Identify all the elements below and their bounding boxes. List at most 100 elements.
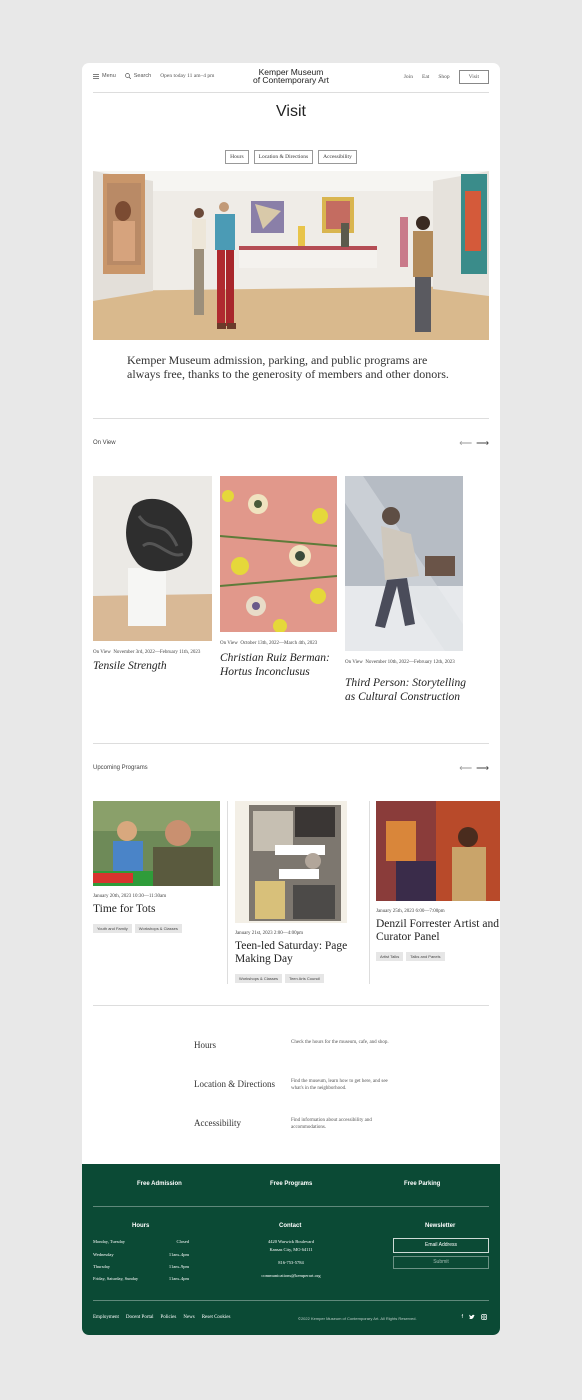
arrow-right-icon[interactable]: ⟶ [476, 438, 489, 449]
hours-row: Thursday 11am–9pm [93, 1264, 189, 1269]
hours-row: Friday, Saturday, Sunday 11am–4pm [93, 1276, 189, 1281]
page-title: Visit [276, 103, 306, 120]
exhibition-card[interactable]: On View October 13th, 2022—March 4th, 20… [220, 476, 338, 696]
nav-join[interactable]: Join [404, 74, 413, 80]
visit-button[interactable]: Visit [458, 70, 489, 84]
hours-days: Friday, Saturday, Sunday [93, 1276, 139, 1281]
exhibition-title: Tensile Strength [93, 660, 167, 672]
page-tabs: Hours Location & Directions Accessibilit… [82, 150, 500, 164]
header-nav: Join Eat Shop Visit [404, 70, 489, 84]
free-admission: Free Admission [137, 1181, 182, 1187]
exhibition-image [345, 476, 463, 651]
footer-hours-title: Hours [132, 1223, 150, 1229]
program-tags: Youth and Family Workshops & Classes [93, 924, 182, 933]
info-label: Accessibility [194, 1118, 241, 1128]
tab-location[interactable]: Location & Directions [253, 150, 314, 164]
exhibition-dates: October 13th, 2022—March 4th, 2023 [240, 641, 318, 646]
program-tag[interactable]: Workshops & Classes [134, 924, 182, 933]
exhibition-card[interactable]: On View November 10th, 2022—February 12t… [345, 476, 466, 726]
site-header: Menu Search Open today 11 am–4 pm Kemper… [82, 63, 500, 93]
tab-accessibility[interactable]: Accessibility [318, 150, 357, 164]
tab-hours[interactable]: Hours [225, 150, 249, 164]
footer-link-policies[interactable]: Policies [160, 1315, 176, 1320]
program-image [93, 801, 220, 886]
hours-row: Wednesday 11am–4pm [93, 1252, 189, 1257]
page: Menu Search Open today 11 am–4 pm Kemper… [82, 63, 500, 1335]
divider [93, 743, 489, 744]
exhibition-meta: On View October 13th, 2022—March 4th, 20… [220, 641, 317, 646]
exhibition-meta: On View November 10th, 2022—February 12t… [345, 659, 465, 666]
program-card[interactable]: January 25th, 2023 6:00—7:00pm Denzil Fo… [376, 801, 500, 971]
info-description: Find information about accessibility and… [291, 1118, 372, 1130]
email-link[interactable]: communications@kemperart.org [230, 1273, 352, 1278]
hours-time: 11am–9pm [168, 1264, 189, 1269]
program-date: January 21st, 2023 2:00—4:00pm [235, 931, 304, 936]
free-parking: Free Parking [404, 1181, 441, 1187]
program-title: Time for Tots [93, 903, 156, 915]
exhibition-card[interactable]: On View November 3rd, 2022—February 11th… [93, 476, 212, 676]
nav-eat[interactable]: Eat [422, 74, 429, 80]
program-tag[interactable]: Talks and Panels [406, 952, 445, 961]
exhibition-status: On View [220, 641, 238, 646]
footer-newsletter-title: Newsletter [425, 1223, 456, 1229]
exhibition-meta: On View November 3rd, 2022—February 11th… [93, 650, 200, 655]
hours-time: Closed [176, 1239, 189, 1244]
hero-gallery-image [93, 171, 489, 340]
program-title: Denzil Forrester Artist and Curator Pane… [376, 918, 499, 943]
hours-row: Monday, Tuesday Closed [93, 1239, 189, 1244]
newsletter-email-input[interactable]: Email Address [393, 1238, 489, 1253]
exhibition-dates: November 3rd, 2022—February 11th, 2023 [113, 650, 201, 655]
nav-shop[interactable]: Shop [438, 74, 449, 80]
social-links: f [461, 1314, 487, 1320]
on-view-arrows: ⟵ ⟶ [459, 438, 489, 449]
exhibition-dates: November 10th, 2022—February 12th, 2023 [365, 660, 455, 665]
address-line-1: 4420 Warwick Boulevard [267, 1239, 315, 1244]
footer-link-news[interactable]: News [183, 1315, 194, 1320]
program-title: Teen-led Saturday: Page Making Day [235, 940, 348, 965]
exhibition-title: Christian Ruiz Berman: Hortus Inconclusu… [220, 652, 330, 678]
divider [93, 1005, 489, 1006]
hours-days: Monday, Tuesday [93, 1239, 125, 1244]
twitter-icon[interactable] [469, 1314, 475, 1320]
footer-links: Employment Docent Portal Policies News R… [93, 1315, 230, 1320]
arrow-left-icon[interactable]: ⟵ [459, 438, 472, 449]
address-line-2: Kansas City, MO 64111 [269, 1247, 313, 1252]
program-tag[interactable]: Teen Arts Council [285, 974, 325, 983]
on-view-title: On View [93, 440, 116, 446]
programs-title: Upcoming Programs [93, 765, 148, 771]
newsletter-submit-button[interactable]: Submit [393, 1256, 489, 1269]
program-tags: Workshops & Classes Teen Arts Council [235, 974, 325, 983]
info-label: Location & Directions [194, 1079, 275, 1089]
site-footer: Free Admission Free Programs Free Parkin… [82, 1164, 500, 1335]
exhibition-title: Third Person: Storytelling as Cultural C… [345, 677, 466, 703]
instagram-icon[interactable] [481, 1314, 487, 1320]
info-description: Check the hours for the museum, cafe, an… [291, 1040, 389, 1045]
footer-link-reset-cookies[interactable]: Reset Cookies [202, 1315, 231, 1320]
arrow-left-icon[interactable]: ⟵ [459, 763, 472, 774]
programs-arrows: ⟵ ⟶ [459, 763, 489, 774]
program-tag[interactable]: Workshops & Classes [235, 974, 283, 983]
program-tags: Artist Talks Talks and Panels [376, 952, 445, 961]
program-card[interactable]: January 21st, 2023 2:00—4:00pm Teen-led … [235, 801, 365, 991]
footer-link-employment[interactable]: Employment [93, 1315, 119, 1320]
program-image [376, 801, 500, 901]
exhibition-status: On View [93, 650, 111, 655]
program-tag[interactable]: Artist Talks [376, 952, 404, 961]
arrow-right-icon[interactable]: ⟶ [476, 763, 489, 774]
footer-link-docent-portal[interactable]: Docent Portal [126, 1315, 154, 1320]
hours-time: 11am–4pm [168, 1252, 189, 1257]
divider [93, 418, 489, 419]
facebook-icon[interactable]: f [461, 1314, 463, 1320]
program-date: January 25th, 2023 6:00—7:00pm [376, 909, 445, 914]
program-card[interactable]: January 20th, 2023 10:30—11:30am Time fo… [93, 801, 221, 941]
info-label: Hours [194, 1040, 216, 1050]
program-image [235, 801, 347, 923]
free-programs: Free Programs [270, 1181, 313, 1187]
program-date: January 20th, 2023 10:30—11:30am [93, 894, 167, 899]
footer-divider [93, 1206, 489, 1207]
footer-contact-title: Contact [279, 1223, 302, 1229]
hours-time: 11am–4pm [168, 1276, 189, 1281]
phone-link[interactable]: 816-753-5784 [230, 1260, 352, 1265]
exhibition-image [93, 476, 212, 641]
program-tag[interactable]: Youth and Family [93, 924, 132, 933]
